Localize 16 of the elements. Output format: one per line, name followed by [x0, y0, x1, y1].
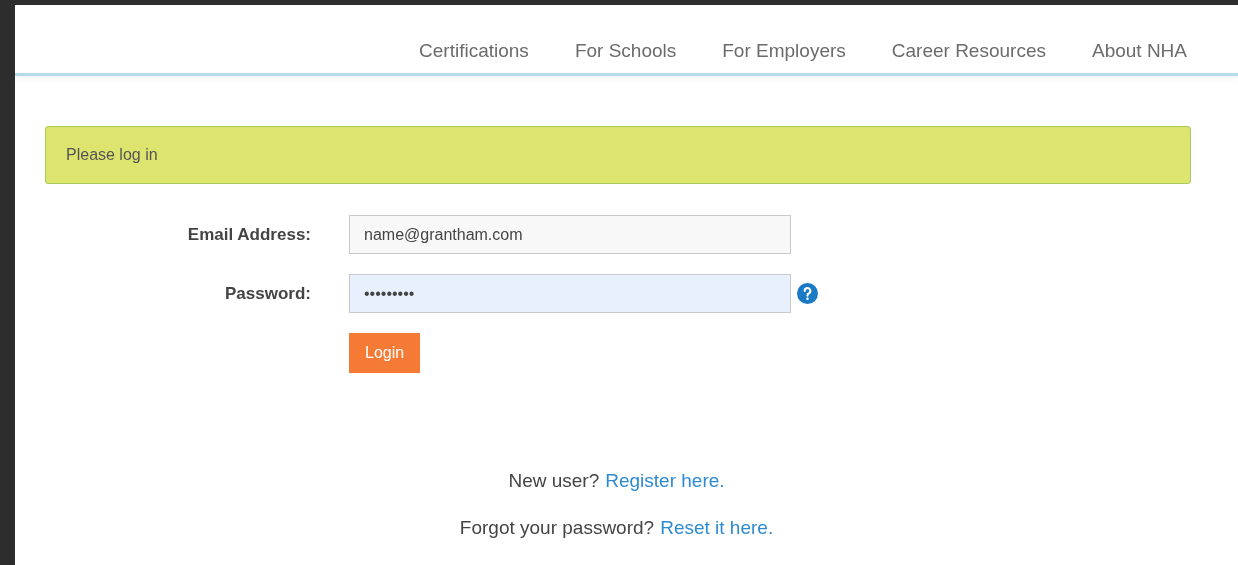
prompt-text: Forgot your password? — [459, 516, 655, 540]
nav-link[interactable]: Career Resources — [891, 40, 1046, 60]
nav-link[interactable]: For Employers — [722, 40, 846, 60]
prompt-text: New user? — [508, 469, 600, 493]
nav-link[interactable]: For Schools — [574, 40, 677, 60]
input-field[interactable]: ••••••••• — [349, 274, 791, 313]
field-label: Password: — [224, 282, 311, 305]
text-link[interactable]: Register here. — [605, 468, 725, 493]
login-button[interactable]: Login — [349, 333, 421, 373]
nav-link[interactable]: About NHA — [1091, 40, 1187, 60]
alert-message: Please log in — [66, 145, 158, 165]
help-icon[interactable] — [797, 283, 818, 304]
text-link[interactable]: Reset it here. — [660, 515, 774, 540]
nav-link[interactable]: Certifications — [419, 40, 529, 60]
field-label: Email Address: — [186, 223, 311, 246]
input-field[interactable]: name@grantham.com — [349, 215, 791, 254]
